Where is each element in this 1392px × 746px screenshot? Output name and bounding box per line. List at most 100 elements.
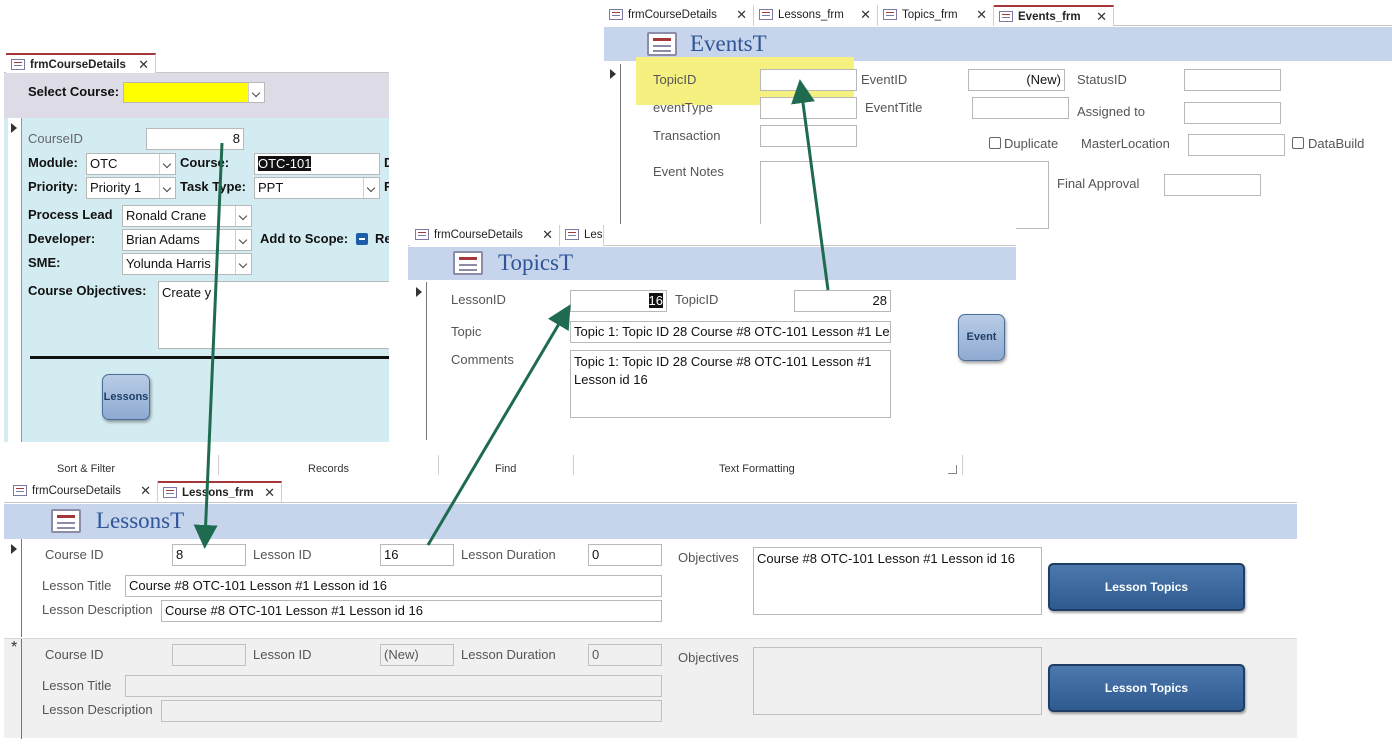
sme-combo[interactable]: Yolunda Harris — [122, 253, 252, 275]
course-id-field[interactable]: 8 — [172, 544, 246, 566]
ribbon-group-sort-filter[interactable]: Sort & Filter — [57, 463, 115, 475]
chevron-down-icon[interactable] — [235, 254, 251, 274]
close-icon[interactable]: ✕ — [542, 225, 553, 245]
event-title-field[interactable] — [972, 97, 1069, 119]
transaction-label: Transaction — [653, 128, 721, 143]
close-icon[interactable]: ✕ — [138, 55, 149, 75]
topic-id-field[interactable]: 28 — [794, 290, 891, 312]
priority-combo[interactable]: Priority 1 — [86, 177, 176, 199]
master-location-field[interactable] — [1188, 134, 1285, 156]
lesson-id-field[interactable]: 16 — [570, 290, 667, 312]
form-tab-icon — [163, 487, 177, 498]
dialog-launcher-icon[interactable] — [948, 465, 957, 474]
close-icon[interactable]: ✕ — [264, 483, 275, 503]
objectives-label: Objectives — [678, 650, 739, 665]
priority-label: Priority: — [28, 179, 78, 194]
chevron-down-icon[interactable] — [235, 230, 251, 250]
tab-frmcoursedetails[interactable]: frmCourseDetails ✕ — [604, 5, 754, 26]
task-type-label: Task Type: — [180, 179, 246, 194]
chevron-down-icon[interactable] — [235, 206, 251, 226]
add-to-scope-checkbox[interactable] — [356, 233, 368, 245]
course-label: Course: — [180, 155, 230, 170]
course-detail-area: CourseID 8 Module: OTC Course: OTC-101 D… — [4, 118, 389, 442]
record-selector[interactable] — [413, 282, 427, 440]
chevron-down-icon[interactable] — [248, 83, 264, 102]
ribbon-group-find[interactable]: Find — [495, 463, 516, 475]
tab-events-frm[interactable]: Events_frm ✕ — [994, 5, 1114, 26]
databuild-checkbox[interactable] — [1292, 137, 1304, 149]
lessons-header: LessonsT — [4, 504, 1297, 539]
event-id-field[interactable]: (New) — [968, 69, 1065, 91]
lesson-title-field[interactable]: Course #8 OTC-101 Lesson #1 Lesson id 16 — [125, 575, 662, 597]
topic-id-field[interactable] — [760, 69, 857, 91]
lesson-description-field[interactable] — [161, 700, 662, 722]
final-approval-field[interactable] — [1164, 174, 1261, 196]
tab-lessons-frm[interactable]: Lessons_frm ✕ — [158, 481, 282, 502]
transaction-field[interactable] — [760, 125, 857, 147]
truncated-label-d: D — [384, 155, 389, 170]
tab-lessons-truncated[interactable]: Les — [560, 225, 604, 246]
lesson-duration-label: Lesson Duration — [461, 547, 556, 562]
lesson-id-field[interactable]: (New) — [380, 644, 454, 666]
events-tabstrip: frmCourseDetails ✕ Lessons_frm ✕ Topics_… — [604, 4, 1392, 26]
lesson-description-field[interactable]: Course #8 OTC-101 Lesson #1 Lesson id 16 — [161, 600, 662, 622]
lesson-topics-button[interactable]: Lesson Topics — [1048, 563, 1245, 611]
duplicate-checkbox[interactable] — [989, 137, 1001, 149]
task-type-combo[interactable]: PPT — [254, 177, 380, 199]
close-icon[interactable]: ✕ — [1096, 7, 1107, 27]
tab-frmcoursedetails[interactable]: frmCourseDetails ✕ — [410, 225, 560, 246]
chevron-down-icon[interactable] — [159, 154, 175, 174]
comments-label: Comments — [451, 352, 514, 367]
ribbon-group-records[interactable]: Records — [308, 463, 349, 475]
assigned-to-field[interactable] — [1184, 102, 1281, 124]
form-tab-icon — [13, 485, 27, 496]
course-id-field[interactable]: 8 — [146, 128, 244, 150]
lesson-title-field[interactable] — [125, 675, 662, 697]
status-id-field[interactable] — [1184, 69, 1281, 91]
event-id-label: EventID — [861, 72, 908, 87]
lesson-id-field[interactable]: 16 — [380, 544, 454, 566]
course-objectives-field[interactable]: Create y — [158, 281, 389, 349]
close-icon[interactable]: ✕ — [860, 5, 871, 25]
close-icon[interactable]: ✕ — [140, 481, 151, 501]
tab-topics-frm[interactable]: Topics_frm ✕ — [878, 5, 994, 26]
lesson-duration-field[interactable]: 0 — [588, 644, 662, 666]
lesson-duration-field[interactable]: 0 — [588, 544, 662, 566]
event-notes-field[interactable] — [760, 161, 1049, 229]
event-button[interactable]: Event — [958, 314, 1005, 361]
lessons-form: frmCourseDetails ✕ Lessons_frm ✕ Lessons… — [4, 480, 1297, 746]
ribbon-group-text-formatting[interactable]: Text Formatting — [719, 463, 795, 475]
select-course-combo[interactable] — [123, 82, 265, 103]
topics-header: TopicsT — [408, 247, 1016, 280]
record-selector[interactable] — [8, 539, 22, 637]
tab-frmcoursedetails[interactable]: frmCourseDetails ✕ — [8, 481, 158, 502]
topic-id-label: TopicID — [675, 292, 719, 307]
tab-lessons-frm[interactable]: Lessons_frm ✕ — [754, 5, 878, 26]
events-header: EventsT — [604, 27, 1392, 61]
record-selector[interactable] — [8, 118, 22, 442]
close-icon[interactable]: ✕ — [976, 5, 987, 25]
developer-combo[interactable]: Brian Adams — [122, 229, 252, 251]
comments-field[interactable]: Topic 1: Topic ID 28 Course #8 OTC-101 L… — [570, 350, 891, 418]
event-title-label: EventTitle — [865, 100, 923, 115]
topic-field[interactable]: Topic 1: Topic ID 28 Course #8 OTC-101 L… — [570, 321, 891, 343]
record-selector[interactable]: * — [8, 639, 22, 739]
lessons-button[interactable]: Lessons — [102, 374, 150, 420]
process-lead-combo[interactable]: Ronald Crane — [122, 205, 252, 227]
objectives-field[interactable] — [753, 647, 1042, 715]
close-icon[interactable]: ✕ — [736, 5, 747, 25]
module-label: Module: — [28, 155, 78, 170]
form-tab-icon — [999, 11, 1013, 22]
objectives-field[interactable]: Course #8 OTC-101 Lesson #1 Lesson id 16 — [753, 547, 1042, 615]
ribbon-separator — [962, 455, 963, 475]
record-selector[interactable] — [607, 64, 621, 244]
course-field[interactable]: OTC-101 — [254, 153, 380, 175]
course-id-field[interactable] — [172, 644, 246, 666]
lesson-topics-button[interactable]: Lesson Topics — [1048, 664, 1245, 712]
event-type-field[interactable] — [760, 97, 857, 119]
chevron-down-icon[interactable] — [159, 178, 175, 198]
topics-form: frmCourseDetails ✕ Les TopicsT LessonID … — [408, 224, 1016, 440]
module-combo[interactable]: OTC — [86, 153, 176, 175]
tab-frmcoursedetails[interactable]: frmCourseDetails ✕ — [6, 53, 156, 74]
chevron-down-icon[interactable] — [363, 178, 379, 198]
